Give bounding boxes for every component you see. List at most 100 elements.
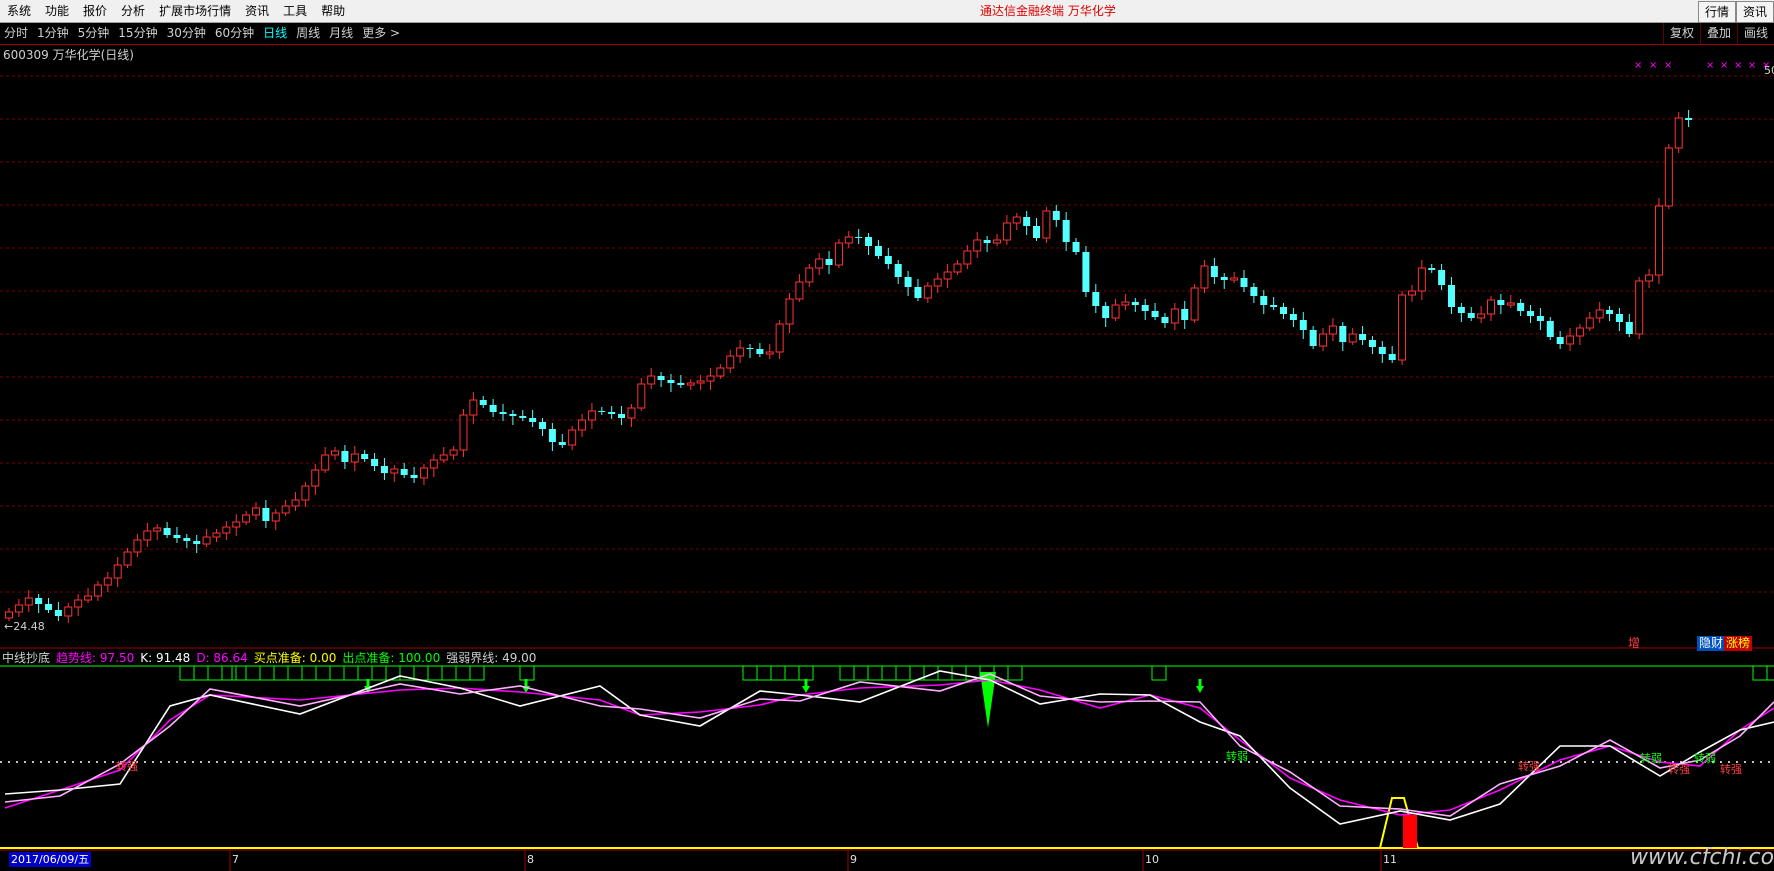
candle-body bbox=[1457, 307, 1465, 313]
candle bbox=[1606, 306, 1614, 321]
candle bbox=[1220, 273, 1228, 289]
buy-prep-value: 买点准备: 0.00 bbox=[253, 651, 337, 665]
signal-box bbox=[993, 665, 1009, 681]
candle bbox=[1082, 246, 1090, 297]
candle-body bbox=[1012, 216, 1021, 224]
chart-canvas[interactable]: × × × × × × × × 转强转弱转强转弱转强转弱转强 bbox=[0, 0, 1774, 871]
candle-body bbox=[1674, 117, 1683, 149]
candle bbox=[884, 248, 892, 269]
star-marker: × bbox=[1748, 60, 1756, 71]
candle-body bbox=[785, 298, 794, 325]
candle-body bbox=[1141, 305, 1149, 311]
candle-body bbox=[1151, 311, 1159, 317]
candle bbox=[232, 514, 241, 536]
candle bbox=[1190, 284, 1199, 323]
candle bbox=[914, 279, 922, 301]
candle bbox=[173, 527, 181, 543]
candle bbox=[834, 239, 843, 268]
hidden-wealth-badge[interactable]: 隐财 bbox=[1697, 636, 1726, 651]
candle-body bbox=[519, 416, 527, 418]
candle bbox=[459, 409, 468, 457]
sell-arrow-icon bbox=[802, 679, 810, 693]
candle-body bbox=[361, 454, 369, 459]
candle-body bbox=[84, 595, 93, 601]
candle-body bbox=[933, 278, 942, 287]
candle bbox=[103, 572, 112, 592]
candle bbox=[756, 343, 764, 357]
candle-body bbox=[904, 277, 912, 287]
candle-body bbox=[1536, 316, 1544, 321]
signal-box bbox=[245, 665, 261, 681]
candle-body bbox=[410, 475, 418, 478]
candle bbox=[341, 445, 349, 469]
candle bbox=[746, 344, 754, 358]
candle bbox=[795, 274, 804, 302]
signal-box bbox=[1151, 665, 1167, 681]
candle-body bbox=[686, 382, 695, 386]
candle-body bbox=[647, 375, 656, 385]
candle-body bbox=[865, 237, 873, 246]
candle bbox=[350, 446, 359, 471]
candle bbox=[252, 502, 260, 520]
candle-body bbox=[548, 429, 556, 442]
candle-body bbox=[1328, 325, 1337, 335]
candle bbox=[1309, 326, 1317, 349]
candle-body bbox=[973, 239, 982, 252]
candle bbox=[1487, 296, 1495, 321]
zeng-badge[interactable]: 增 bbox=[1626, 636, 1642, 651]
candle bbox=[1635, 277, 1644, 339]
candle-body bbox=[825, 259, 833, 265]
signal-box bbox=[357, 665, 373, 681]
signal-box bbox=[1766, 665, 1774, 681]
limit-up-badge[interactable]: 涨榜 bbox=[1724, 636, 1753, 651]
candle bbox=[1151, 303, 1159, 320]
right-axis-label: 50 bbox=[1764, 64, 1774, 77]
candle-body bbox=[943, 271, 952, 280]
candle bbox=[1368, 336, 1376, 354]
indicator-name[interactable]: 中线抄底 bbox=[2, 651, 50, 666]
candle-body bbox=[350, 453, 359, 463]
signal-box bbox=[315, 665, 331, 681]
candle-body bbox=[1447, 285, 1455, 307]
candle-body bbox=[479, 400, 487, 405]
candle-body bbox=[143, 530, 152, 541]
candle bbox=[825, 251, 833, 274]
candle-body bbox=[1546, 321, 1554, 337]
candle bbox=[281, 500, 290, 516]
candle bbox=[123, 548, 132, 568]
stock-title: 600309 万华化学(日线) bbox=[3, 48, 134, 62]
candle-body bbox=[539, 422, 547, 429]
candle bbox=[24, 590, 33, 612]
signal-box bbox=[867, 665, 883, 681]
candle-body bbox=[726, 355, 735, 369]
candle-body bbox=[341, 451, 349, 462]
candle-body bbox=[449, 449, 458, 456]
candle-body bbox=[173, 535, 181, 538]
candle bbox=[1141, 299, 1149, 320]
candle bbox=[1664, 144, 1673, 209]
candle-body bbox=[103, 577, 112, 586]
signal-box bbox=[413, 665, 429, 681]
candle-body bbox=[756, 349, 764, 354]
candle-body bbox=[35, 598, 43, 604]
candle bbox=[1102, 302, 1110, 327]
candle-body bbox=[1181, 309, 1189, 320]
turn-weak-label: 转弱 bbox=[1694, 751, 1716, 765]
candle bbox=[439, 447, 448, 463]
month-label-10: 10 bbox=[1145, 853, 1159, 866]
candle-body bbox=[1685, 118, 1693, 120]
candle-body bbox=[874, 246, 882, 256]
candle-body bbox=[765, 351, 774, 355]
candle bbox=[1575, 324, 1584, 345]
star-marker: × bbox=[1649, 60, 1657, 71]
candle bbox=[489, 399, 497, 417]
candle-body bbox=[627, 407, 636, 419]
candle-body bbox=[1575, 327, 1584, 337]
candle-body bbox=[252, 507, 260, 516]
candle bbox=[1072, 238, 1080, 255]
star-marker: × bbox=[1664, 60, 1672, 71]
candle bbox=[1289, 308, 1297, 327]
candle-body bbox=[311, 469, 320, 487]
candle bbox=[1378, 341, 1386, 363]
candle-body bbox=[1289, 314, 1297, 320]
